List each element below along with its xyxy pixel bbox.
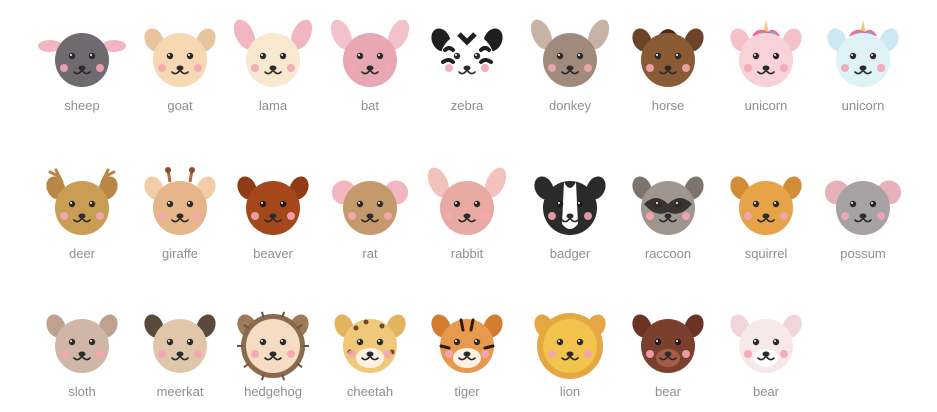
animal-label: beaver <box>253 246 293 261</box>
animal-card-zebra: zebra <box>419 16 515 126</box>
squirrel-face-icon <box>730 176 802 235</box>
animal-label: unicorn <box>841 98 885 113</box>
animal-label: possum <box>840 246 886 261</box>
rat-face-icon <box>331 180 409 235</box>
animal-label: hedgehog <box>244 384 302 399</box>
animal-card-possum: possum <box>815 164 911 274</box>
animal-label: lion <box>559 384 581 399</box>
animal-label: rat <box>362 246 378 261</box>
unicorn-pink-face-icon <box>730 20 802 87</box>
animal-card-giraffe: giraffe <box>132 164 228 274</box>
animal-label: rabbit <box>450 246 484 261</box>
beaver-face-icon <box>237 176 309 235</box>
bat-face-icon <box>330 19 410 87</box>
animal-card-unicorn-blue: unicorn <box>815 16 911 126</box>
raccoon-face-icon <box>632 176 704 235</box>
deer-face-icon <box>46 168 118 235</box>
animal-card-tiger: tiger <box>419 302 515 412</box>
zebra-face-icon <box>431 28 503 87</box>
sheep-face-icon <box>38 33 126 87</box>
animal-card-sheep: sheep <box>34 16 130 126</box>
animal-label: meerkat <box>156 384 204 399</box>
badger-face-icon <box>534 176 606 235</box>
animal-card-lama: lama <box>225 16 321 126</box>
rabbit-face-icon <box>427 167 507 235</box>
animal-card-goat: goat <box>132 16 228 126</box>
lama-face-icon <box>233 19 313 87</box>
animal-card-sloth: sloth <box>34 302 130 412</box>
giraffe-face-icon <box>144 167 216 235</box>
animal-label: goat <box>167 98 193 113</box>
animal-card-unicorn-pink: unicorn <box>718 16 814 126</box>
animal-card-beaver: beaver <box>225 164 321 274</box>
animal-card-donkey: donkey <box>522 16 618 126</box>
animal-card-lion: lion <box>522 302 618 412</box>
animal-card-horse: horse <box>620 16 716 126</box>
animal-label: lama <box>258 98 288 113</box>
animal-card-deer: deer <box>34 164 130 274</box>
tiger-face-icon <box>431 314 503 373</box>
animal-card-rat: rat <box>322 164 418 274</box>
animal-card-squirrel: squirrel <box>718 164 814 274</box>
animal-label: raccoon <box>644 246 692 261</box>
animal-card-cheetah: cheetah <box>322 302 418 412</box>
animal-label: giraffe <box>162 246 198 261</box>
animal-label: sheep <box>64 98 100 113</box>
animal-icon-grid: sheep goat lama bat zebra donkey horse unicorn u… <box>0 0 937 400</box>
animal-card-raccoon: raccoon <box>620 164 716 274</box>
animal-label: bear <box>654 384 682 399</box>
bear-brown-face-icon <box>632 314 704 373</box>
goat-face-icon <box>144 28 216 87</box>
donkey-face-icon <box>530 19 610 87</box>
animal-label: deer <box>68 246 96 261</box>
animal-label: bat <box>360 98 380 113</box>
animal-card-bear-brown: bear <box>620 302 716 412</box>
animal-card-meerkat: meerkat <box>132 302 228 412</box>
sloth-face-icon <box>46 314 118 373</box>
possum-face-icon <box>824 180 902 235</box>
animal-card-rabbit: rabbit <box>419 164 515 274</box>
cheetah-face-icon <box>334 314 406 373</box>
animal-card-badger: badger <box>522 164 618 274</box>
horse-face-icon <box>632 28 704 87</box>
animal-card-hedgehog: hedgehog <box>225 302 321 412</box>
animal-card-bat: bat <box>322 16 418 126</box>
hedgehog-face-icon <box>237 311 309 381</box>
animal-label: bear <box>752 384 780 399</box>
animal-label: tiger <box>454 384 480 399</box>
meerkat-face-icon <box>144 314 216 373</box>
animal-label: zebra <box>450 98 484 113</box>
animal-label: unicorn <box>744 98 788 113</box>
animal-label: sloth <box>68 384 96 399</box>
unicorn-blue-face-icon <box>827 20 899 87</box>
bear-polar-face-icon <box>730 314 802 373</box>
animal-label: cheetah <box>346 384 394 399</box>
animal-label: donkey <box>549 98 591 113</box>
lion-face-icon <box>534 313 606 379</box>
animal-label: badger <box>549 246 591 261</box>
animal-label: squirrel <box>744 246 788 261</box>
animal-label: horse <box>651 98 685 113</box>
animal-card-bear-polar: bear <box>718 302 814 412</box>
